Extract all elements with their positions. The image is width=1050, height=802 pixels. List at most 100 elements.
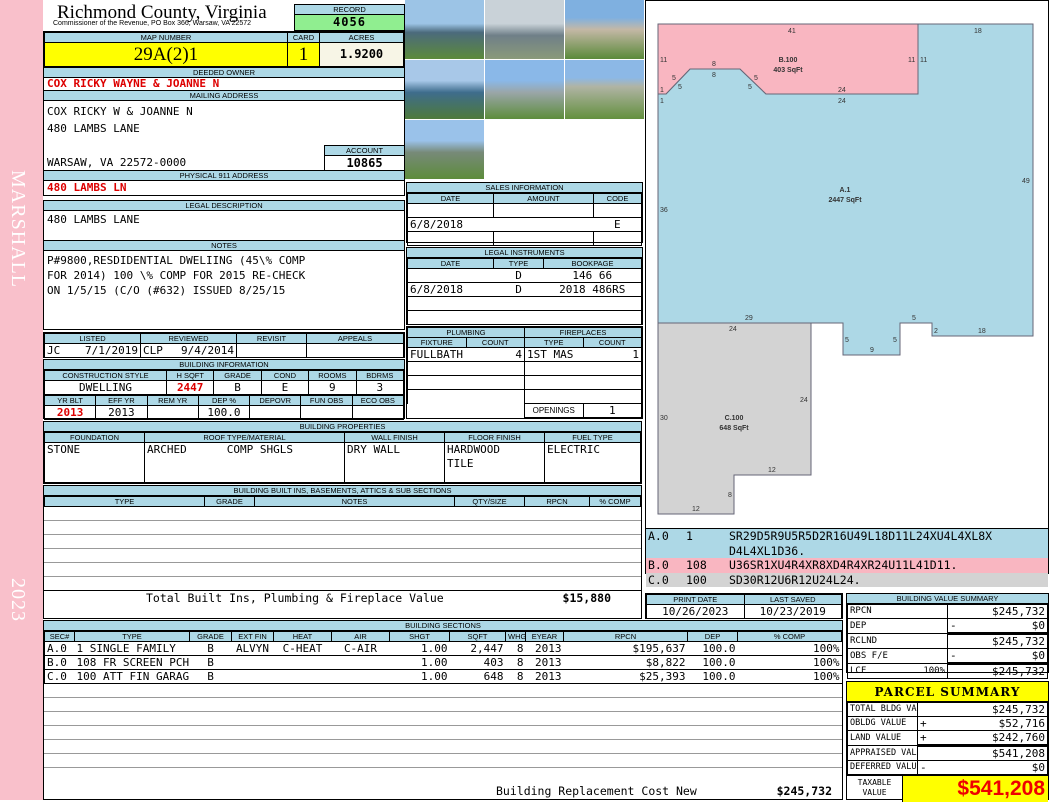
sketch-dimension: 5	[672, 75, 676, 82]
grade: B	[213, 380, 262, 395]
photo-thumbnail[interactable]	[485, 0, 564, 59]
sketch-dimension: 36	[660, 207, 668, 214]
sales-label: SALES INFORMATION	[407, 183, 642, 193]
col-header: FUN OBS	[300, 395, 353, 406]
col-header: FUEL TYPE	[544, 432, 641, 443]
col-header: FLOOR FINISH	[444, 432, 545, 443]
legal-description: LEGAL DESCRIPTION 480 LAMBS LANE	[43, 200, 405, 241]
col-header: DEP	[687, 631, 738, 642]
section-cell: 2013	[525, 641, 564, 656]
photo-thumbnail[interactable]	[565, 60, 644, 119]
col-header: FIXTURE	[407, 337, 467, 348]
section-cell: 8	[505, 641, 526, 656]
listed-label: LISTED	[44, 333, 141, 344]
sketch-code-row: C.0 100 SD30R12U6R12U24L24.	[646, 572, 1048, 587]
photo-thumbnail[interactable]	[405, 120, 484, 179]
listed-date: 7/1/2019	[85, 344, 138, 357]
section-cell	[231, 669, 274, 684]
col-header: DEPOVR	[249, 395, 302, 406]
sketch-drawing: A.1 2447 SqFt B.100 403 SqFt C.100 648 S…	[657, 23, 1034, 515]
col-header: % COMP	[737, 631, 842, 642]
value-op: -	[950, 649, 957, 662]
value-summary-row: RPCN $245,732	[847, 604, 1048, 619]
photo-thumbnail[interactable]	[405, 0, 484, 59]
replacement-cost-value: $245,732	[776, 784, 832, 798]
roof-type: ARCHED	[147, 443, 187, 457]
taxable-value: $541,208	[903, 776, 1048, 802]
revisit-label: REVISIT	[236, 333, 307, 344]
note-line: ON 1/5/15 (C/O (#632) ISSUED 8/25/15	[47, 284, 286, 297]
photo-thumbnail[interactable]	[565, 0, 644, 59]
sketch-code: 100	[686, 572, 707, 587]
parcel-op: +	[920, 731, 927, 744]
map-number: 29A(2)1	[44, 42, 288, 67]
building-information: BUILDING INFORMATION CONSTRUCTION STYLE H…	[43, 359, 405, 420]
note-line: P#9800,RESDIDENTIAL DWELIING (45\% COMP	[47, 254, 306, 267]
sketch-dimension: 5	[845, 337, 849, 344]
section-cell	[331, 669, 390, 684]
section-cell: 403	[449, 655, 506, 670]
col-header: SHGT	[389, 631, 450, 642]
col-header: NOTES	[254, 496, 455, 507]
instrument-type: D	[493, 282, 544, 297]
sketch-dimension: 24	[838, 98, 846, 105]
plumbing-fixture: FULLBATH	[407, 347, 466, 362]
sketch-area-sqft: 2447 SqFt	[828, 197, 862, 204]
value-summary-row: LCF 100% $245,732	[847, 663, 1048, 679]
remaining-year	[146, 405, 199, 420]
section-cell: 1 SINGLE FAMILY	[74, 641, 190, 656]
sketch-dimension: 11	[908, 57, 915, 64]
sketch-dimension: 29	[745, 315, 753, 322]
depreciation: 100.0	[197, 405, 251, 420]
parcel-label: APPRAISED VALUE	[846, 745, 919, 761]
value-label: DEP	[850, 620, 867, 631]
col-header: COUNT	[582, 337, 642, 348]
section-row: B.0 108 FR SCREEN PCH B 1.00 403 8 2013 $8,822 1…	[44, 655, 842, 670]
sale-date	[407, 231, 494, 246]
col-header: RPCN	[563, 631, 688, 642]
building-properties: BUILDING PROPERTIES FOUNDATION ROOF TYPE/…	[43, 421, 642, 484]
photo-thumbnail[interactable]	[405, 60, 484, 119]
section-cell	[273, 669, 332, 684]
col-header: WHGT	[505, 631, 526, 642]
section-cell: 8	[505, 669, 526, 684]
value-amount: $0	[1031, 619, 1045, 632]
col-header: RPCN	[524, 496, 590, 507]
fuel-type: ELECTRIC	[544, 442, 641, 483]
parcel-summary-row: OBLDG VALUE + $52,716	[846, 716, 1048, 731]
col-header: DEP %	[197, 395, 251, 406]
deeded-owner: DEEDED OWNER COX RICKY WAYNE & JOANNE N	[43, 67, 405, 91]
value-label: LCF	[850, 665, 867, 676]
photo-thumbnail[interactable]	[485, 60, 564, 119]
reviewed-date: 9/4/2014	[181, 344, 234, 357]
col-header: BOOKPAGE	[543, 258, 642, 269]
sketch-code-row: A.0 1 SR29D5R9U5R5D2R16U49L18D11L24XU4L4XL…	[646, 529, 1048, 558]
section-cell: 100 ATT FIN GARAGE	[74, 669, 190, 684]
sketch-code-section: A.0	[648, 529, 669, 543]
section-cell: 100.0	[687, 669, 738, 684]
section-cell: 1.00	[389, 669, 450, 684]
parcel-summary-title: PARCEL SUMMARY	[847, 682, 1048, 702]
section-cell: 108 FR SCREEN PCH	[74, 655, 190, 670]
section-cell: 100%	[737, 641, 842, 656]
sketch-dimension: 24	[729, 326, 737, 333]
eco-obs	[351, 405, 405, 420]
parcel-amount: $52,716	[998, 717, 1045, 730]
section-cell: 648	[449, 669, 506, 684]
roof-material: COMP SHGLS	[226, 443, 293, 457]
col-header: GRADE	[213, 370, 262, 381]
section-cell: C-AIR	[331, 641, 390, 656]
sketch-dimension: 8	[728, 492, 732, 499]
last-saved-label: LAST SAVED	[743, 594, 842, 605]
note-line: FOR 2014) 100 \% COMP FOR 2015 RE-CHECK	[47, 269, 306, 282]
section-cell: B	[189, 669, 232, 684]
value-label: RCLND	[850, 635, 878, 646]
sketch-code-section: C.0	[648, 572, 669, 587]
account-label: ACCOUNT	[325, 146, 404, 156]
parcel-label: TOTAL BLDG VALUE	[846, 702, 919, 717]
section-cell: 8	[505, 655, 526, 670]
value-label: OBS F/E	[850, 650, 888, 661]
col-header: COUNT	[465, 337, 525, 348]
legal-label: LEGAL DESCRIPTION	[44, 201, 404, 211]
section-cell	[231, 655, 274, 670]
